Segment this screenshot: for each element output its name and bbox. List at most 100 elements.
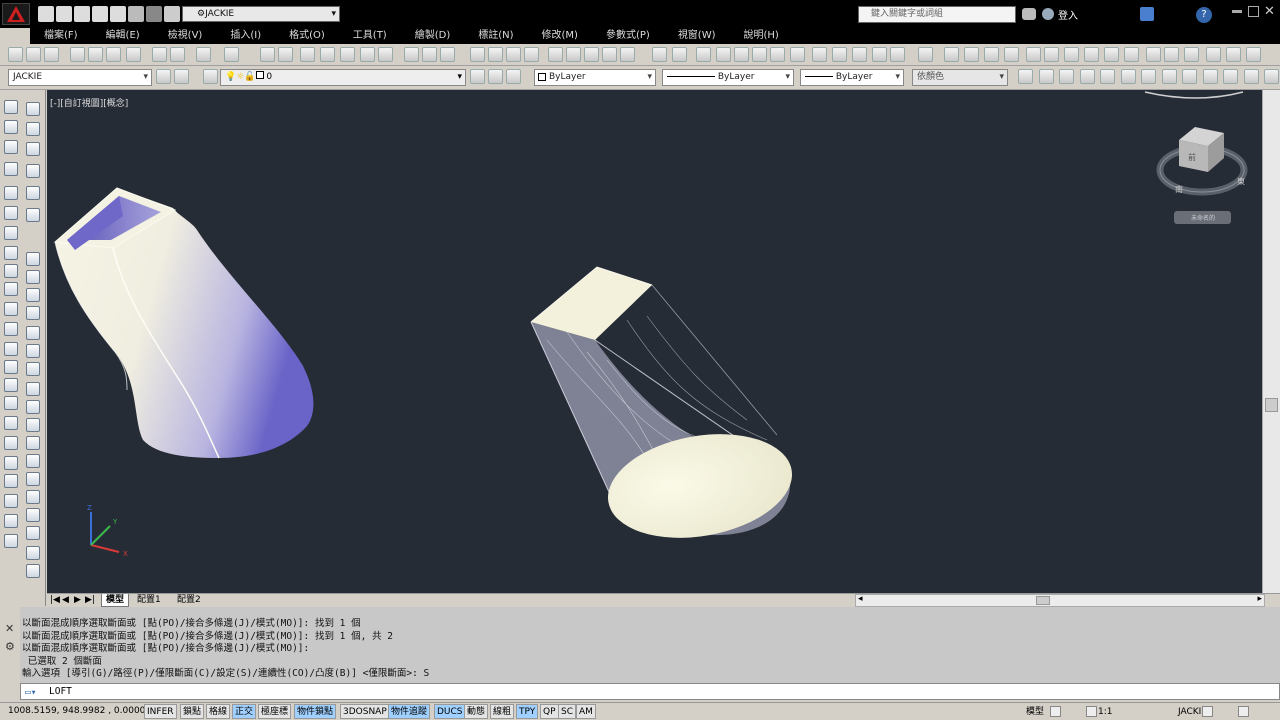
modify-tool-icon[interactable] [26, 288, 40, 302]
print-icon[interactable] [110, 6, 126, 22]
dimension-tool-icon[interactable] [1223, 69, 1238, 84]
status-toggle[interactable]: 物件追蹤 [388, 704, 431, 719]
toolbar-button-icon[interactable] [1084, 47, 1099, 62]
status-toggle[interactable]: AM [576, 704, 596, 719]
dimension-tool-icon[interactable] [1039, 69, 1054, 84]
open-icon[interactable] [56, 6, 72, 22]
draw-tool-icon[interactable] [4, 264, 18, 278]
modify-tool-icon[interactable] [26, 306, 40, 320]
draw-tool-icon[interactable] [4, 186, 18, 200]
toolbar-button-icon[interactable] [872, 47, 887, 62]
modify-tool-icon[interactable] [26, 546, 40, 560]
toolbar-button-icon[interactable] [1164, 47, 1179, 62]
toolbar-button-icon[interactable] [652, 47, 667, 62]
modify-tool-icon[interactable] [26, 208, 40, 222]
scroll-left-icon[interactable]: ◂ [858, 594, 863, 604]
modify-tool-icon[interactable] [26, 270, 40, 284]
toolbar-button-icon[interactable] [852, 47, 867, 62]
toolbar-button-icon[interactable] [524, 47, 539, 62]
wcs-menu-label[interactable]: 未命名的 [1191, 214, 1215, 222]
tab-last-icon[interactable]: ▶| [85, 595, 95, 605]
dimension-tool-icon[interactable] [1059, 69, 1074, 84]
modify-tool-icon[interactable] [26, 400, 40, 414]
draw-tool-icon[interactable] [4, 416, 18, 430]
layers-icon[interactable] [203, 69, 218, 84]
model-status-label[interactable]: 模型 [1026, 704, 1044, 720]
toolbar-button-icon[interactable] [260, 47, 275, 62]
dimension-tool-icon[interactable] [1244, 69, 1259, 84]
modify-tool-icon[interactable] [26, 122, 40, 136]
app-logo[interactable] [2, 3, 30, 25]
dimension-tool-icon[interactable] [1141, 69, 1156, 84]
draw-tool-icon[interactable] [4, 342, 18, 356]
layer-state-manager-icon[interactable] [156, 69, 171, 84]
toolbar-button-icon[interactable] [320, 47, 335, 62]
menu-item[interactable]: 格式(O) [275, 28, 339, 44]
modify-tool-icon[interactable] [26, 564, 40, 578]
status-toggle[interactable]: 線粗 [490, 704, 515, 719]
toolbar-button-icon[interactable] [548, 47, 563, 62]
modify-tool-icon[interactable] [26, 164, 40, 178]
toolbar-button-icon[interactable] [832, 47, 847, 62]
minimize-icon[interactable] [1232, 10, 1242, 13]
layer-previous-icon[interactable] [506, 69, 521, 84]
draw-tool-icon[interactable] [4, 282, 18, 296]
toolbar-button-icon[interactable] [1064, 47, 1079, 62]
toolbar-button-icon[interactable] [8, 47, 23, 62]
modify-tool-icon[interactable] [26, 344, 40, 358]
draw-tool-icon[interactable] [4, 436, 18, 450]
workspace-dropdown[interactable]: ⚙JACKIE ▾ [182, 6, 340, 22]
draw-tool-icon[interactable] [4, 100, 18, 114]
menu-item[interactable]: 繪製(D) [401, 28, 465, 44]
dimension-tool-icon[interactable] [1162, 69, 1177, 84]
modify-tool-icon[interactable] [26, 418, 40, 432]
tab-prev-icon[interactable]: ◀ [62, 595, 69, 605]
toolbar-button-icon[interactable] [964, 47, 979, 62]
draw-tool-icon[interactable] [4, 456, 18, 470]
toolbar-button-icon[interactable] [566, 47, 581, 62]
toolbar-button-icon[interactable] [340, 47, 355, 62]
toolbar-button-icon[interactable] [422, 47, 437, 62]
draw-tool-icon[interactable] [4, 206, 18, 220]
toolbar-button-icon[interactable] [984, 47, 999, 62]
layer-dropdown[interactable]: 💡☼🔓 0 ▾ [220, 69, 466, 86]
draw-tool-icon[interactable] [4, 396, 18, 410]
dimension-tool-icon[interactable] [1203, 69, 1218, 84]
toolbar-button-icon[interactable] [488, 47, 503, 62]
toolbar-button-icon[interactable] [88, 47, 103, 62]
menu-item[interactable]: 修改(M) [528, 28, 592, 44]
model-viewport[interactable]: [-][自訂視圖][概念] X Y Z 前 南 東 未命名的 [47, 90, 1262, 593]
dimension-tool-icon[interactable] [1182, 69, 1197, 84]
toolbar-button-icon[interactable] [506, 47, 521, 62]
status-toggle[interactable]: 3DOSNAP [340, 704, 390, 719]
menu-item[interactable]: 編輯(E) [92, 28, 154, 44]
draw-tool-icon[interactable] [4, 322, 18, 336]
menu-item[interactable]: 檔案(F) [30, 28, 92, 44]
draw-tool-icon[interactable] [4, 140, 18, 154]
modify-tool-icon[interactable] [26, 252, 40, 266]
status-toggle[interactable]: TPY [516, 704, 539, 719]
command-input[interactable]: ▭▾ LOFT [20, 683, 1280, 700]
status-toggle[interactable]: DUCS [434, 704, 466, 719]
menu-item[interactable]: 插入(I) [216, 28, 275, 44]
menu-item[interactable]: 參數式(P) [592, 28, 664, 44]
toolbar-button-icon[interactable] [1026, 47, 1041, 62]
plotstyle-dropdown[interactable]: 依顏色 [912, 69, 1008, 86]
viewcube-east-label[interactable]: 東 [1237, 176, 1245, 186]
maximize-icon[interactable] [1248, 6, 1259, 17]
loft-solid-left[interactable] [53, 187, 314, 459]
menu-item[interactable]: 標註(N) [464, 28, 527, 44]
help-icon[interactable]: ? [1196, 7, 1212, 23]
modify-tool-icon[interactable] [26, 382, 40, 396]
toolbar-button-icon[interactable] [378, 47, 393, 62]
tab-first-icon[interactable]: |◀ [50, 595, 60, 605]
draw-tool-icon[interactable] [4, 534, 18, 548]
toolbar-button-icon[interactable] [152, 47, 167, 62]
toolbar-button-icon[interactable] [1104, 47, 1119, 62]
status-toggle[interactable]: 動態 [464, 704, 489, 719]
viewcube-south-label[interactable]: 南 [1175, 184, 1183, 194]
menu-item[interactable]: 說明(H) [730, 28, 793, 44]
draw-tool-icon[interactable] [4, 302, 18, 316]
modify-tool-icon[interactable] [26, 454, 40, 468]
save-icon[interactable] [74, 6, 90, 22]
